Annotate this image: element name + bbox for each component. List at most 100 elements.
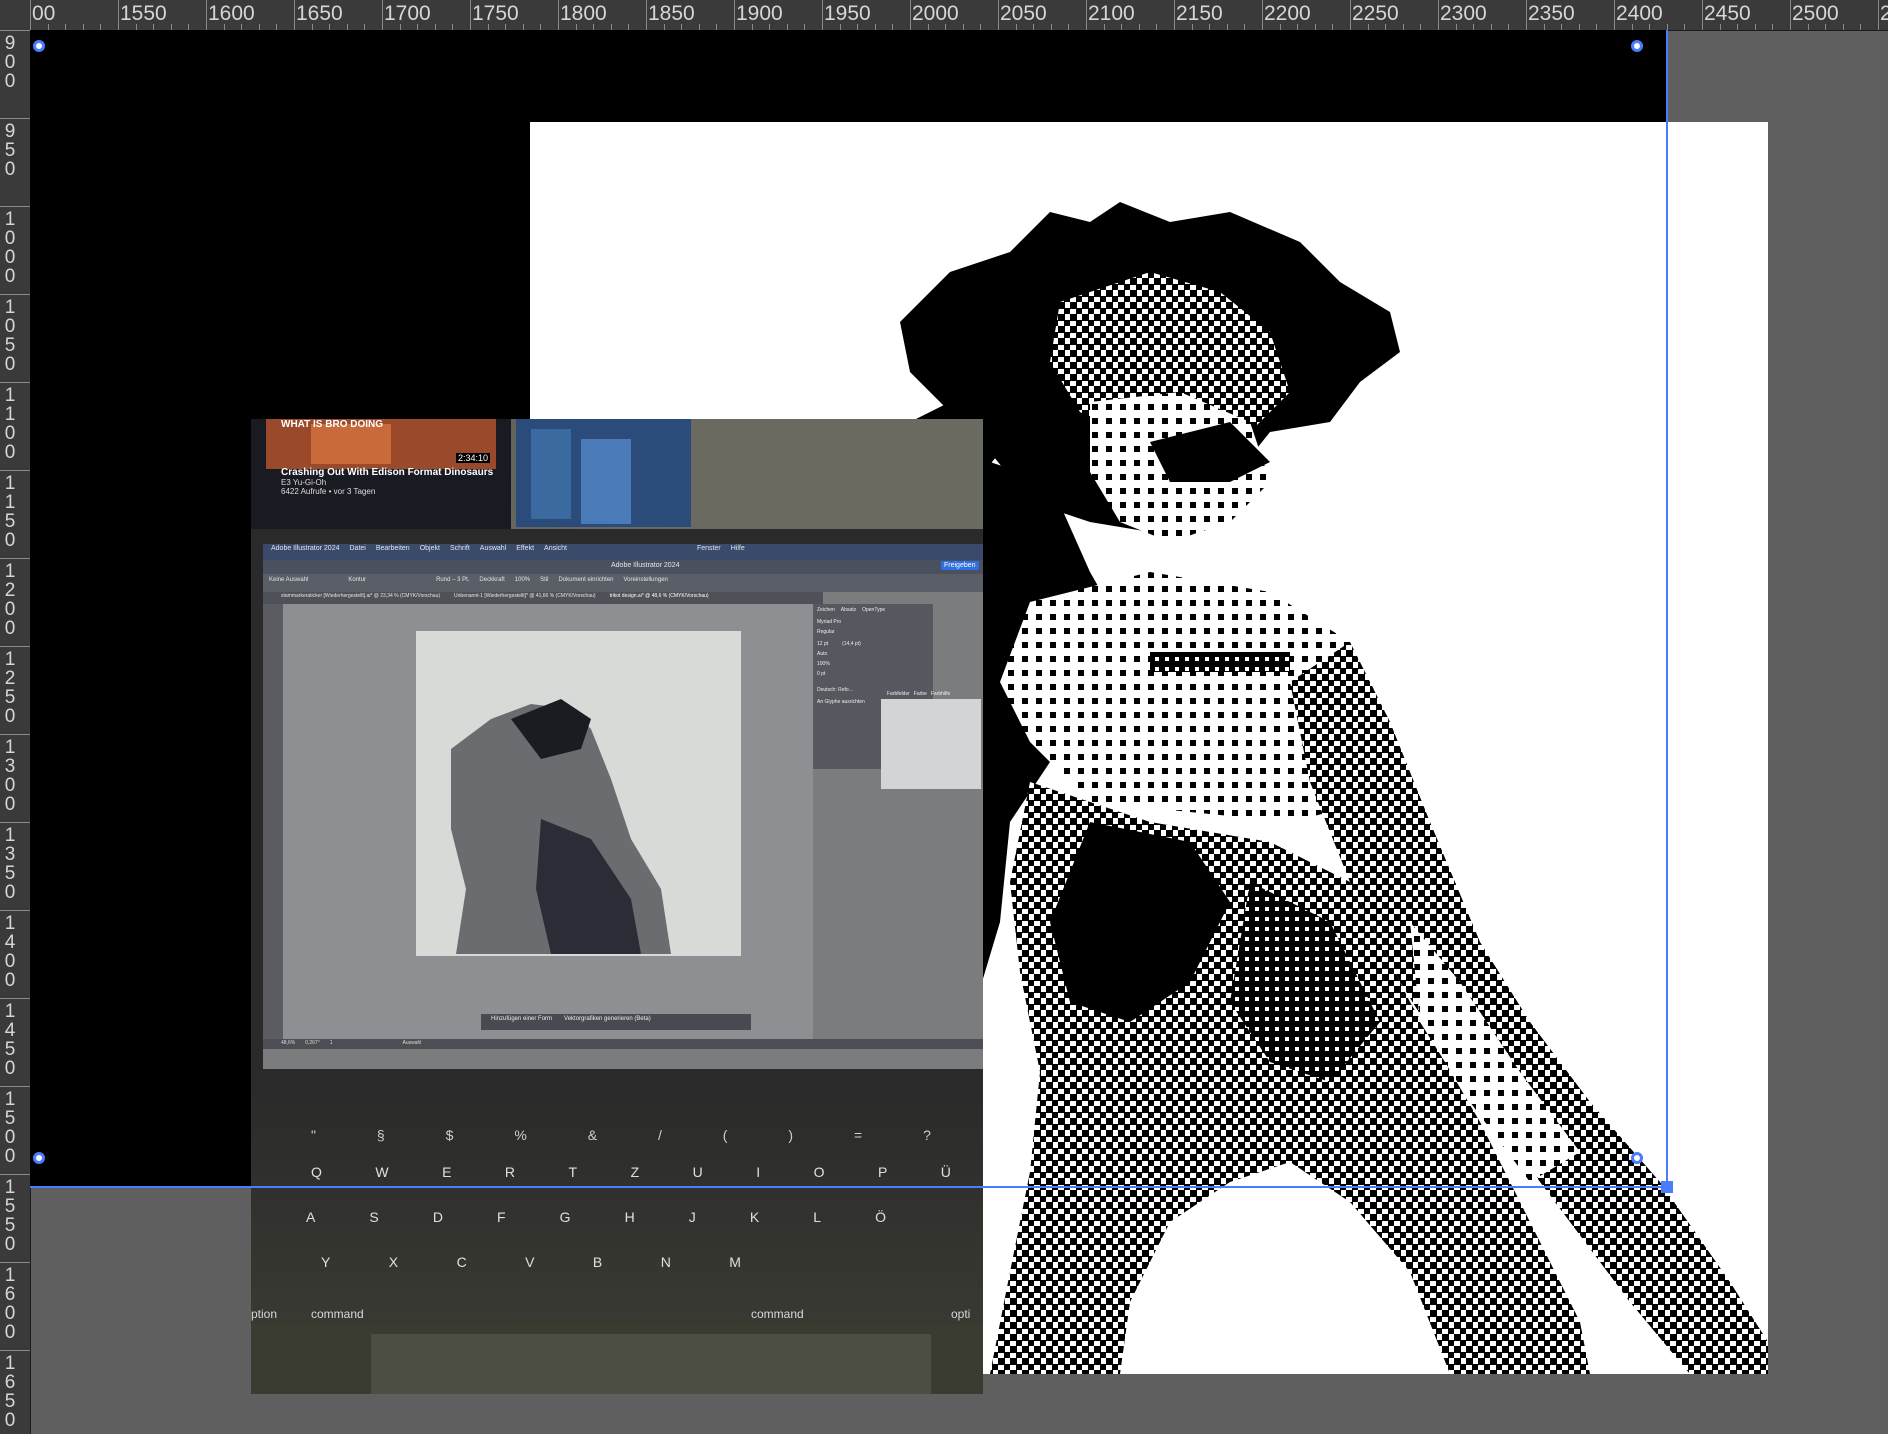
artboard-number[interactable]: 1 xyxy=(330,1040,333,1046)
font-size-field[interactable]: 12 pt xyxy=(817,641,828,647)
menu-bearbeiten[interactable]: Bearbeiten xyxy=(376,545,410,559)
ruler-label: 1850 xyxy=(648,2,695,25)
ruler-label: 1600 xyxy=(208,2,255,25)
ruler-label: 1250 xyxy=(4,649,16,727)
doc-tab-active[interactable]: trikot design.ai* @ 48,6 % (CMYK/Vorscha… xyxy=(610,593,709,599)
baseline-field[interactable]: 0 pt xyxy=(817,671,929,677)
menu-schrift[interactable]: Schrift xyxy=(450,545,470,559)
vertical-guide[interactable] xyxy=(1666,30,1668,1188)
embedded-laptop-photo[interactable]: 2:34:10 Crashing Out With Edison Format … xyxy=(251,419,983,1394)
ruler-label: 1050 xyxy=(4,297,16,375)
menu-fenster[interactable]: Fenster xyxy=(697,545,721,559)
video-channel: E3 Yu-Gi-Oh xyxy=(281,478,327,487)
keyboard-key: Ü xyxy=(940,1164,951,1180)
ruler-label: 1800 xyxy=(560,2,607,25)
option-key-left: ption xyxy=(251,1307,278,1321)
stroke-label[interactable]: Kontur xyxy=(348,577,366,583)
ruler-major-tick xyxy=(1878,0,1879,30)
keyboard-key: H xyxy=(624,1209,635,1225)
menu-effekt[interactable]: Effekt xyxy=(516,545,534,559)
video-meta: 6422 Aufrufe • vor 3 Tagen xyxy=(281,487,376,496)
panel-tab-swatches[interactable]: Farbfelder xyxy=(887,691,910,697)
font-family-select[interactable]: Myriad Pro xyxy=(817,619,929,625)
menu-hilfe[interactable]: Hilfe xyxy=(731,545,745,559)
video-title: Crashing Out With Edison Format Dinosaur… xyxy=(281,467,494,478)
horizontal-ruler[interactable]: 00 1550 1600 1650 1700 1750 1800 1850 1900 1950 20… xyxy=(0,0,1888,31)
rotation-angle[interactable]: 0,267° xyxy=(305,1040,320,1046)
ruler-major-tick xyxy=(0,470,30,471)
keyboard-key: S xyxy=(369,1209,379,1225)
command-key-right: command xyxy=(751,1307,804,1321)
scale-field[interactable]: 100% xyxy=(817,661,929,667)
selection-handle-bottom-right[interactable] xyxy=(1631,1152,1643,1164)
ruler-major-tick xyxy=(206,0,207,30)
ruler-major-tick xyxy=(294,0,295,30)
ruler-origin-corner[interactable] xyxy=(0,0,30,30)
selection-handle-bottom-left[interactable] xyxy=(33,1152,45,1164)
selection-handle-top-left[interactable] xyxy=(33,40,45,52)
ruler-label: 1500 xyxy=(4,1089,16,1167)
illustrator-menubar: Adobe Illustrator 2024 Datei Bearbeiten … xyxy=(271,545,745,559)
menu-objekt[interactable]: Objekt xyxy=(420,545,440,559)
ruler-label: 1400 xyxy=(4,913,16,991)
menu-datei[interactable]: Datei xyxy=(350,545,366,559)
panel-tab-character[interactable]: Zeichen xyxy=(817,607,835,613)
generate-vectors-button[interactable]: Vektorgrafiken generieren (Beta) xyxy=(564,1016,651,1022)
ruler-major-tick xyxy=(998,0,999,30)
ruler-label: 1300 xyxy=(4,737,16,815)
doc-tab[interactable]: stammarkeraticker [Wiederhergestellt].ai… xyxy=(281,593,440,599)
ruler-label: 1350 xyxy=(4,825,16,903)
keyboard-key: Q xyxy=(311,1164,322,1180)
keyboard-key: ) xyxy=(788,1127,794,1143)
horizontal-guide[interactable] xyxy=(30,1186,1670,1188)
preferences-button[interactable]: Voreinstellungen xyxy=(624,577,668,583)
keyboard-key: T xyxy=(568,1164,578,1180)
leading-field[interactable]: (14,4 pt) xyxy=(842,641,861,647)
ruler-label: 2150 xyxy=(1176,2,1223,25)
menu-app[interactable]: Adobe Illustrator 2024 xyxy=(271,545,340,559)
menu-auswahl[interactable]: Auswahl xyxy=(480,545,506,559)
ruler-major-tick xyxy=(0,1086,30,1087)
guide-intersection-anchor[interactable] xyxy=(1661,1181,1673,1193)
ruler-label: 1450 xyxy=(4,1001,16,1079)
opacity-field[interactable]: 100% xyxy=(515,577,530,583)
ruler-major-tick xyxy=(1702,0,1703,30)
ruler-major-tick xyxy=(0,1262,30,1263)
panel-tab-color[interactable]: Farbe xyxy=(914,691,927,697)
brush-select[interactable]: Rund – 3 Pt. xyxy=(436,577,469,583)
ruler-major-tick xyxy=(0,998,30,999)
keyboard-key: O xyxy=(813,1164,825,1180)
vertical-ruler[interactable]: 900 950 1000 1050 1100 1150 1200 1250 1300 1350 14… xyxy=(0,30,31,1434)
share-button[interactable]: Freigeben xyxy=(941,561,979,570)
font-style-select[interactable]: Regular xyxy=(817,629,929,635)
ruler-minor-tick xyxy=(1842,24,1844,30)
ruler-label: 1000 xyxy=(4,209,16,287)
ruler-label: 2450 xyxy=(1704,2,1751,25)
option-key-right: opti xyxy=(951,1307,971,1321)
ruler-label: 1200 xyxy=(4,561,16,639)
keyboard-key: B xyxy=(592,1254,603,1270)
document-setup-button[interactable]: Dokument einrichten xyxy=(558,577,613,583)
keyboard-key: V xyxy=(525,1254,535,1270)
panel-tab-opentype[interactable]: OpenType xyxy=(862,607,885,613)
ruler-minor-tick xyxy=(1754,24,1756,30)
ruler-label: 2500 xyxy=(1792,2,1839,25)
menu-ansicht[interactable]: Ansicht xyxy=(544,545,567,559)
video-duration: 2:34:10 xyxy=(456,453,491,463)
zoom-level[interactable]: 48,6% xyxy=(281,1040,295,1046)
add-shape-button[interactable]: Hinzufügen einer Form xyxy=(491,1016,552,1022)
kerning-field[interactable]: Auto xyxy=(817,651,929,657)
control-bar: Keine Auswahl Kontur Rund – 3 Pt. Deckkr… xyxy=(269,577,668,583)
ruler-major-tick xyxy=(0,558,30,559)
keyboard-key: E xyxy=(442,1164,452,1180)
contextual-task-bar: Hinzufügen einer Form Vektorgrafiken gen… xyxy=(491,1016,651,1022)
ruler-label: 1600 xyxy=(4,1265,16,1343)
keyboard-row-2: ASDFGHJKLÖ xyxy=(306,1209,886,1225)
keyboard-key: Y xyxy=(321,1254,331,1270)
selection-handle-top-right[interactable] xyxy=(1631,40,1643,52)
ruler-major-tick xyxy=(646,0,647,30)
doc-tab[interactable]: Unbenannt-1 [Wiederhergestellt]* @ 41,66… xyxy=(454,593,596,599)
panel-tab-color-guide[interactable]: Farbhilfe xyxy=(931,691,950,697)
style-label[interactable]: Stil xyxy=(540,577,548,583)
panel-tab-paragraph[interactable]: Absatz xyxy=(841,607,856,613)
